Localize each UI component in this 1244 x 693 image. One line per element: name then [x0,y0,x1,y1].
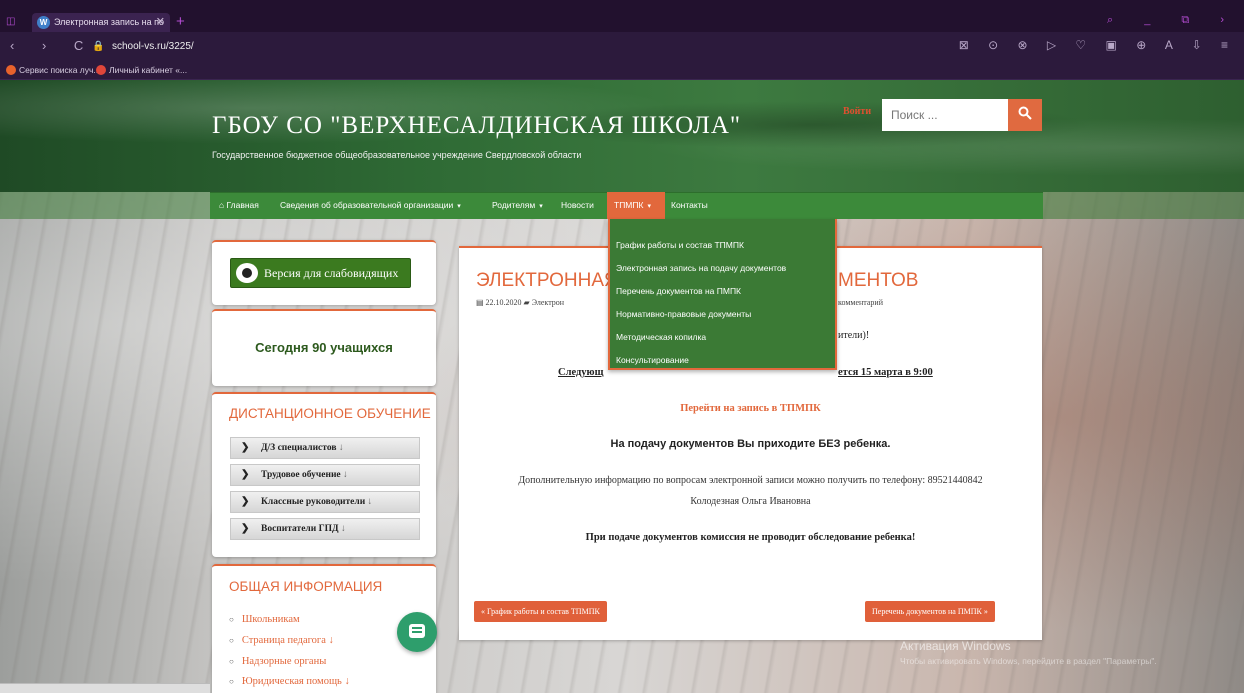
article-greeting: ители)! [838,330,870,341]
next-post-button[interactable]: Перечень документов на ПМПК » [865,601,995,622]
chevron-right-icon: ❯ [241,442,250,453]
article-contact-info: Дополнительную информацию по вопросам эл… [518,475,983,486]
nav-label: Новости [561,200,594,210]
dropdown-item-methods[interactable]: Методическая копилка [616,332,706,342]
nav-label: Главная [226,200,259,210]
arrow-down-icon: ↓ [340,524,346,534]
search-button[interactable] [1008,99,1042,131]
arrow-down-icon: ↓ [343,470,348,480]
distance-item-labor[interactable]: ❯ Трудовое обучение ↓ [230,464,420,486]
nav-item-contacts[interactable]: Контакты [671,192,708,219]
dropdown-item-e-signup[interactable]: Электронная запись на подачу документов [616,263,786,273]
distance-item-specialists[interactable]: ❯ Д/З специалистов ↓ [230,437,420,459]
dropdown-item-regulations[interactable]: Нормативно-правовые документы [616,309,751,319]
nav-item-home[interactable]: ⌂ Главная [219,192,259,219]
signup-link[interactable]: Перейти на запись в ТПМПК [459,403,1042,414]
browser-tab[interactable]: W Электронная запись на по ✕ [32,13,170,32]
distance-item-label: Классные руководители [261,497,366,507]
site-title[interactable]: ГБОУ СО "ВЕРХНЕСАЛДИНСКАЯ ШКОЛА" [212,112,812,140]
article-commission-note: При подаче документов комиссия не провод… [585,532,916,543]
distance-item-label: Трудовое обучение [261,470,341,480]
bullet-icon: ○ [229,677,234,686]
search-icon [1018,106,1032,120]
bullet-icon: ○ [229,636,234,645]
article-meta: ▤ 22.10.2020 ▰ Электрон [476,298,565,307]
url-field[interactable]: 🔒 school-vs.ru/3225/ [92,38,592,56]
browser-nav-buttons[interactable]: ‹ › C [10,38,95,53]
dropdown-item-schedule[interactable]: График работы и состав ТПМПК [616,240,744,250]
chat-icon [409,624,425,638]
nav-item-tpmpk[interactable]: ТПМПК ▾ [614,192,651,219]
distance-learning-title: ДИСТАНЦИОННОЕ ОБУЧЕНИЕ [229,406,431,421]
chevron-down-icon: ▾ [647,203,651,210]
site-subtitle: Государственное бюджетное общеобразовате… [212,150,582,160]
bullet-icon: ○ [229,657,234,666]
article-next-reception-right: ется 15 марта в 9:00 [838,367,933,378]
window-controls[interactable]: ⌕ _ ⧉ › [1107,14,1238,30]
tab-title: Электронная запись на по [54,17,164,27]
general-info-title: ОБЩАЯ ИНФОРМАЦИЯ [229,579,383,594]
general-item-label: Школьникам [241,614,300,625]
nav-item-organization[interactable]: Сведения об образовательной организации ▾ [280,192,461,219]
tab-menu-icon[interactable]: ◫ [6,16,20,30]
general-item-label: Надзорные органы [241,656,327,667]
distance-item-label: Воспитатели ГПД [261,524,339,534]
nav-label: Родителям [492,200,536,210]
nav-label: Сведения об образовательной организации [280,200,454,210]
web-page: ГБОУ СО "ВЕРХНЕСАЛДИНСКАЯ ШКОЛА" Государ… [0,80,1244,693]
general-item-supervisory[interactable]: ○ Надзорные органы [229,656,326,667]
general-item-students[interactable]: ○ Школьникам [229,614,300,625]
general-item-teacher-page[interactable]: ○ Страница педагога ↓ [229,635,334,646]
bookmark-search-service[interactable]: Сервис поиска луч... [6,63,101,77]
article-next-reception-left: Следующ [558,367,604,378]
article-contact-name: Колодезная Ольга Ивановна [690,496,811,507]
close-tab-icon[interactable]: ✕ [156,13,165,32]
bookmark-label: Личный кабинет «... [109,65,188,75]
login-link[interactable]: Войти [843,106,871,117]
bookmark-label: Сервис поиска луч... [19,65,101,75]
search-input[interactable] [882,99,1008,131]
bullet-icon: ○ [229,615,234,624]
browser-toolbar-icons[interactable]: ⊠ ⊙ ⊗ ▷ ♡ ▣ ⊕ A ⇩ ≡ [959,38,1236,52]
prev-post-button[interactable]: « График работы и состав ТПМПК [474,601,607,622]
article-title-right: МЕНТОВ [838,270,919,291]
chevron-right-icon: ❯ [241,496,250,507]
nav-label: ТПМПК [614,200,644,210]
students-count: Сегодня 90 учащихся [255,340,393,355]
eye-icon [236,263,258,283]
nav-label: Контакты [671,200,708,210]
chevron-right-icon: ❯ [241,523,250,534]
dropdown-item-consulting[interactable]: Консультирование [616,355,689,365]
url-text: school-vs.ru/3225/ [112,41,194,52]
arrow-down-icon: ↓ [338,443,344,453]
general-item-label: Страница педагога ↓ [241,635,334,646]
bookmark-icon [96,65,106,75]
chat-widget-button[interactable] [397,612,437,652]
home-icon: ⌂ [219,200,225,210]
dropdown-item-documents-list[interactable]: Перечень документов на ПМПК [616,286,741,296]
browser-status-bar [0,683,210,693]
windows-activation-text: Чтобы активировать Windows, перейдите в … [900,656,1157,666]
nav-item-news[interactable]: Новости [561,192,594,219]
article-comments-link[interactable]: комментарий [838,298,883,307]
distance-item-label: Д/З специалистов [261,443,337,453]
new-tab-button[interactable]: + [176,13,192,31]
nav-item-parents[interactable]: Родителям ▾ [492,192,543,219]
bookmark-icon [6,65,16,75]
distance-item-gpd[interactable]: ❯ Воспитатели ГПД ↓ [230,518,420,540]
wordpress-icon: W [37,16,50,29]
lock-icon: 🔒 [92,41,105,52]
arrow-down-icon: ↓ [367,497,373,507]
windows-activation-title: Активация Windows [900,639,1011,653]
distance-item-class-teachers[interactable]: ❯ Классные руководители ↓ [230,491,420,513]
chevron-down-icon: ▾ [539,203,543,210]
chevron-right-icon: ❯ [241,469,250,480]
general-item-legal-help[interactable]: ○ Юридическая помощь ↓ [229,676,350,687]
general-item-label: Юридическая помощь ↓ [241,676,350,687]
bookmark-personal-cabinet[interactable]: Личный кабинет «... [96,63,187,77]
article-no-child-note: На подачу документов Вы приходите БЕЗ ре… [610,438,891,450]
chevron-down-icon: ▾ [457,203,461,210]
